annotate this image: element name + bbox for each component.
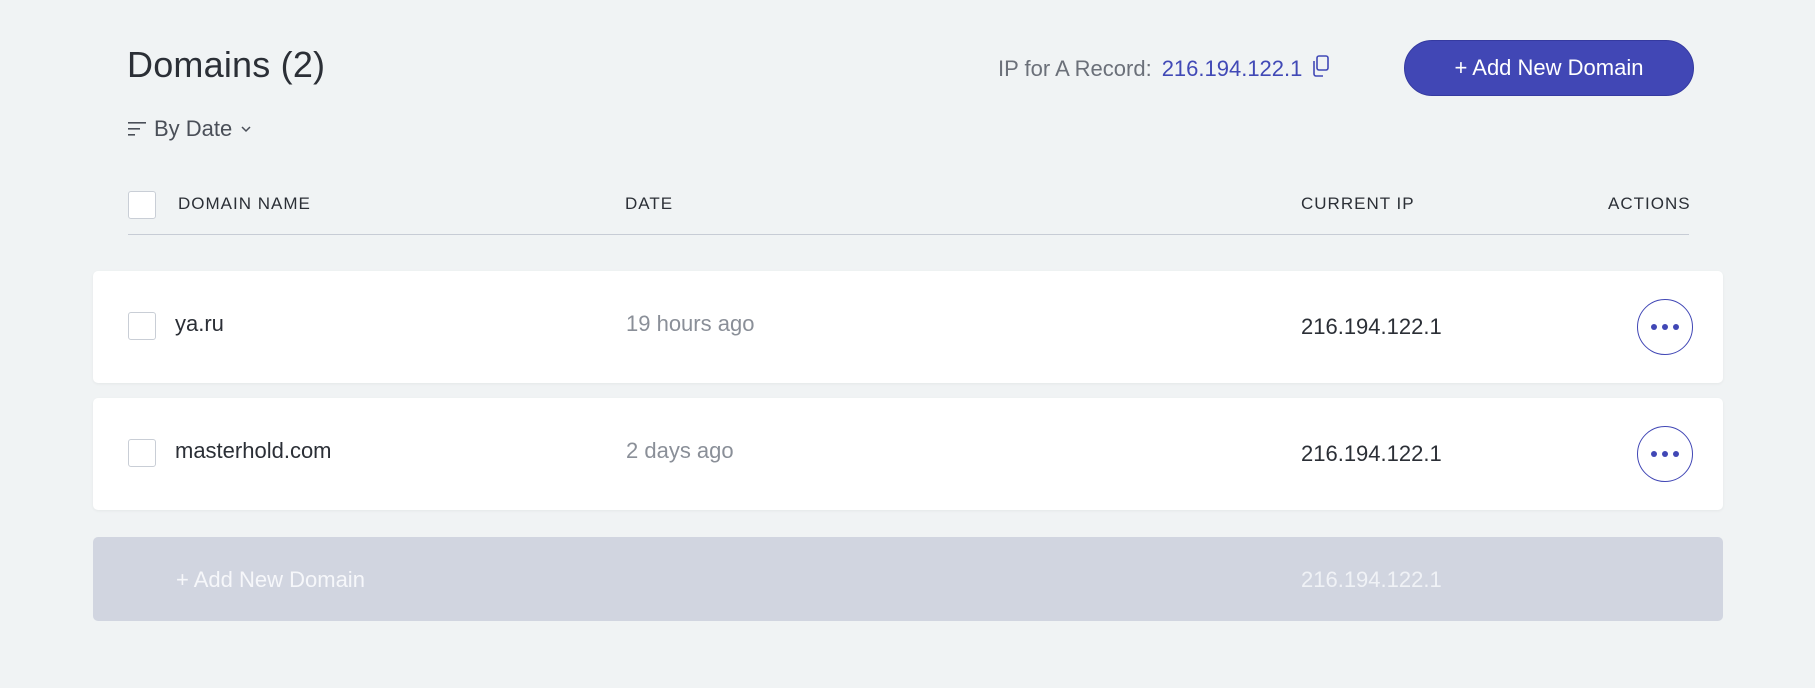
actions-button[interactable] [1637, 299, 1693, 355]
copy-icon[interactable] [1312, 55, 1330, 83]
column-header-domain-name: DOMAIN NAME [178, 194, 311, 213]
more-dots-icon [1651, 451, 1679, 457]
table-row[interactable]: ya.ru 19 hours ago 216.194.122.1 [93, 271, 1723, 383]
column-header-actions: ACTIONS [1608, 194, 1691, 213]
ip-record-value: 216.194.122.1 [1161, 56, 1303, 81]
select-all-checkbox[interactable] [128, 191, 156, 219]
add-domain-row-label: + Add New Domain [176, 567, 365, 592]
column-header-current-ip: CURRENT IP [1301, 194, 1415, 213]
domain-name: ya.ru [175, 311, 224, 336]
ip-record-label: IP for A Record: [998, 56, 1152, 81]
domain-date: 19 hours ago [626, 311, 755, 336]
add-domain-row[interactable]: + Add New Domain 216.194.122.1 [93, 537, 1723, 621]
ip-record: IP for A Record: 216.194.122.1 [998, 55, 1330, 83]
column-header-date: DATE [625, 194, 674, 213]
domain-date: 2 days ago [626, 438, 734, 463]
add-new-domain-button[interactable]: + Add New Domain [1404, 40, 1694, 96]
sort-control[interactable]: By Date [128, 116, 252, 142]
row-checkbox[interactable] [128, 439, 156, 467]
sort-label: By Date [154, 116, 233, 141]
sort-lines-icon [128, 121, 146, 137]
add-domain-row-ip: 216.194.122.1 [1301, 567, 1442, 592]
table-row[interactable]: masterhold.com 2 days ago 216.194.122.1 [93, 398, 1723, 510]
chevron-down-icon [240, 125, 252, 133]
row-checkbox[interactable] [128, 312, 156, 340]
table-header: DOMAIN NAME DATE CURRENT IP ACTIONS [128, 190, 1691, 235]
more-dots-icon [1651, 324, 1679, 330]
actions-button[interactable] [1637, 426, 1693, 482]
domain-current-ip: 216.194.122.1 [1301, 314, 1442, 339]
domain-name: masterhold.com [175, 438, 332, 463]
page-title: Domains (2) [127, 44, 326, 85]
domain-current-ip: 216.194.122.1 [1301, 441, 1442, 466]
